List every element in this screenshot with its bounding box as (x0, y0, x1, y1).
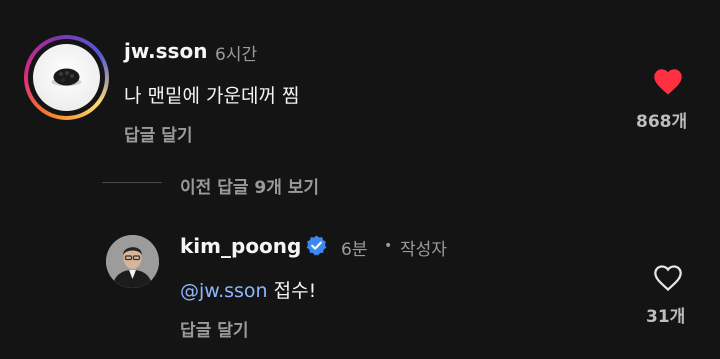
comment-body: @jw.sson 접수! (180, 276, 316, 303)
heart-outline-icon (654, 265, 682, 292)
heart-filled-icon (654, 69, 682, 95)
like-count: 31개 (646, 307, 686, 327)
verified-badge-icon (305, 234, 328, 257)
comment-text: 접수! (273, 280, 317, 302)
separator-dot: • (384, 238, 393, 254)
comment-time: 6시간 (215, 45, 258, 65)
mention-link[interactable]: @jw.sson (180, 280, 268, 302)
avatar[interactable] (106, 235, 159, 288)
reply-button[interactable]: 답글 달기 (180, 316, 248, 341)
comment-username[interactable]: jw.sson (124, 39, 207, 63)
comment-time: 6분 (341, 240, 368, 260)
comment-username[interactable]: kim_poong (180, 234, 301, 258)
view-previous-replies[interactable]: 이전 답글 9개 보기 (180, 173, 319, 198)
like-button[interactable] (652, 262, 684, 292)
like-button[interactable] (652, 66, 684, 96)
like-count: 868개 (636, 112, 688, 132)
thread-line (102, 182, 162, 183)
caviar-avatar-image (51, 68, 82, 86)
reply-button[interactable]: 답글 달기 (124, 121, 192, 146)
avatar[interactable] (33, 44, 100, 111)
author-badge: 작성자 (400, 240, 447, 260)
comment-text: 나 맨밑에 가운데꺼 찜 (124, 85, 300, 107)
profile-photo (106, 235, 159, 288)
